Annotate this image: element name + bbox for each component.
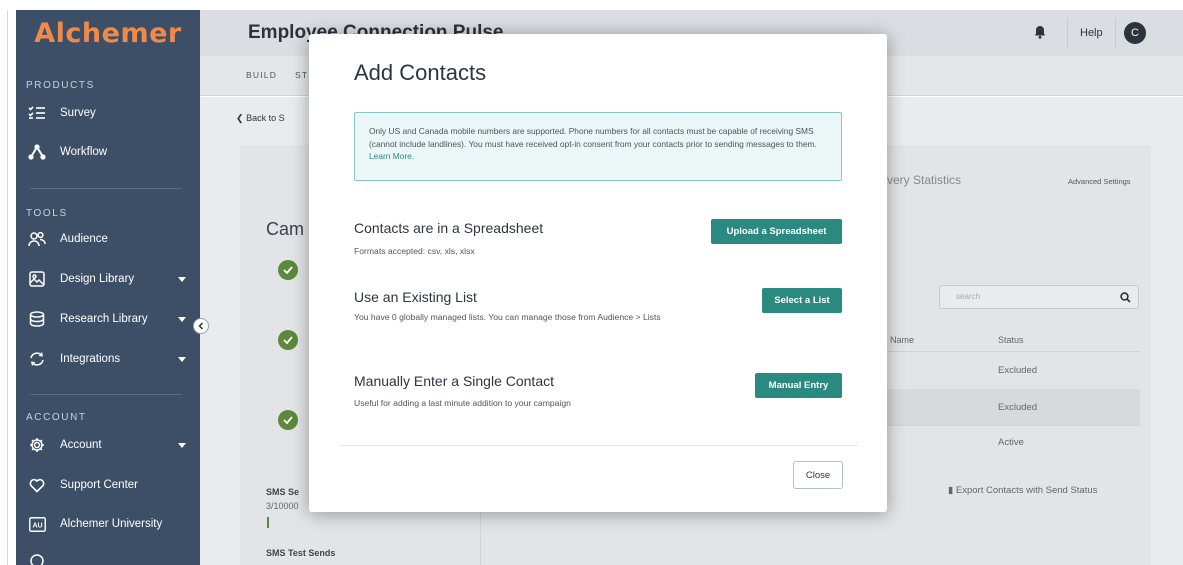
partial-icon xyxy=(26,552,48,565)
chevron-left-icon xyxy=(198,322,204,330)
sidebar-item-partial[interactable] xyxy=(26,550,198,565)
sidebar-divider xyxy=(30,188,182,189)
check-circle-icon xyxy=(278,260,298,280)
select-list-button[interactable]: Select a List xyxy=(762,288,842,313)
learn-more-link[interactable]: Learn More. xyxy=(369,151,414,161)
document-icon: ▮ xyxy=(948,485,954,496)
option-desc-manual-entry: Useful for adding a last minute addition… xyxy=(354,398,571,408)
sidebar-item-label: Alchemer University xyxy=(60,518,163,530)
close-button[interactable]: Close xyxy=(793,461,843,489)
chevron-down-icon[interactable] xyxy=(178,316,186,322)
chevron-down-icon[interactable] xyxy=(178,442,186,448)
campaign-heading: Cam xyxy=(266,219,305,239)
survey-list-icon xyxy=(26,104,48,122)
chevron-left-icon: ❮ xyxy=(236,113,244,123)
sms-test-sends-label: SMS Test Sends xyxy=(266,548,336,558)
gear-icon xyxy=(26,436,48,454)
section-label-products: PRODUCTS xyxy=(26,80,95,91)
search-placeholder: search xyxy=(956,292,981,301)
search-input[interactable]: search xyxy=(939,285,1139,309)
sync-icon xyxy=(26,350,48,368)
status-cell: Active xyxy=(998,437,1024,448)
image-icon xyxy=(26,270,48,288)
modal-divider xyxy=(339,445,858,446)
option-title-spreadsheet: Contacts are in a Spreadsheet xyxy=(354,220,544,236)
add-contacts-modal: Add Contacts Only US and Canada mobile n… xyxy=(309,34,887,512)
alchemer-logo[interactable]: Alchemer xyxy=(16,10,200,56)
tab-partial[interactable]: ST xyxy=(295,70,308,80)
search-icon[interactable] xyxy=(1120,292,1131,303)
sidebar-item-label: Research Library xyxy=(60,313,148,325)
sidebar-item-alchemer-university[interactable]: AU Alchemer University xyxy=(26,513,198,535)
chevron-down-icon[interactable] xyxy=(178,276,186,282)
back-link[interactable]: ❮ Back to S xyxy=(236,113,285,124)
option-title-existing-list: Use an Existing List xyxy=(354,289,477,305)
sidebar-item-survey[interactable]: Survey xyxy=(26,102,198,124)
manual-entry-button[interactable]: Manual Entry xyxy=(755,373,842,398)
option-title-manual-entry: Manually Enter a Single Contact xyxy=(354,373,554,389)
sidebar-item-label: Survey xyxy=(60,107,96,119)
sidebar-item-label: Design Library xyxy=(60,273,135,285)
sidebar-item-label: Workflow xyxy=(60,146,108,158)
section-label-account: ACCOUNT xyxy=(26,412,87,423)
column-header-name: Name xyxy=(890,335,915,345)
status-cell: Excluded xyxy=(998,402,1038,413)
export-label: Export Contacts with Send Status xyxy=(955,485,1098,496)
tab-build[interactable]: BUILD xyxy=(246,70,277,80)
sidebar-item-design-library[interactable]: Design Library xyxy=(26,268,198,290)
sidebar-item-label: Audience xyxy=(60,233,108,245)
heart-icon xyxy=(26,476,48,494)
sidebar-item-research-library[interactable]: Research Library xyxy=(26,308,198,330)
audience-icon xyxy=(26,230,48,248)
advanced-settings-link[interactable]: Advanced Settings xyxy=(1068,177,1131,186)
upload-spreadsheet-button[interactable]: Upload a Spreadsheet xyxy=(711,219,842,244)
sidebar-item-audience[interactable]: Audience xyxy=(26,228,198,250)
university-icon: AU xyxy=(26,515,48,533)
notice-text: Only US and Canada mobile numbers are su… xyxy=(369,126,817,149)
chevron-down-icon[interactable] xyxy=(178,356,186,362)
option-desc-spreadsheet: Formats accepted: csv, xls, xlsx xyxy=(354,246,475,256)
avatar[interactable]: C xyxy=(1124,22,1146,44)
back-link-label: Back to S xyxy=(246,113,285,123)
sms-progress-bar xyxy=(267,517,269,528)
sidebar-item-workflow[interactable]: Workflow xyxy=(26,141,198,163)
sidebar-item-integrations[interactable]: Integrations xyxy=(26,348,198,370)
bell-icon[interactable] xyxy=(1034,25,1046,44)
section-label-tools: TOOLS xyxy=(26,208,68,219)
sms-sends-count: 3/10000 xyxy=(266,501,299,511)
export-contacts-link[interactable]: ▮ Export Contacts with Send Status xyxy=(948,485,1097,496)
svg-text:AU: AU xyxy=(32,522,42,529)
column-header-status: Status xyxy=(998,335,1024,345)
option-desc-existing-list: You have 0 globally managed lists. You c… xyxy=(354,312,661,322)
sidebar-item-account[interactable]: Account xyxy=(26,434,198,456)
sidebar-item-support-center[interactable]: Support Center xyxy=(26,474,198,496)
delivery-statistics-tab[interactable]: very Statistics xyxy=(887,173,961,187)
help-link[interactable]: Help xyxy=(1067,18,1116,48)
workflow-icon xyxy=(26,143,48,161)
sms-sends-label: SMS Se xyxy=(266,487,300,497)
database-icon xyxy=(26,310,48,328)
sidebar: Alchemer PRODUCTS Survey Workflow TOOLS … xyxy=(16,10,200,565)
sidebar-item-label: Support Center xyxy=(60,479,138,491)
table-row-divider xyxy=(870,351,1140,352)
table-row-divider xyxy=(870,425,1140,426)
status-cell: Excluded xyxy=(998,365,1038,376)
sidebar-item-label: Account xyxy=(60,439,102,451)
sidebar-item-label: Integrations xyxy=(60,353,121,365)
sms-notice-box: Only US and Canada mobile numbers are su… xyxy=(354,112,842,181)
sidebar-divider xyxy=(30,394,182,395)
check-circle-icon xyxy=(278,330,298,350)
modal-title: Add Contacts xyxy=(354,60,487,85)
sidebar-collapse-button[interactable] xyxy=(193,318,209,334)
check-circle-icon xyxy=(278,410,298,430)
page-edge xyxy=(7,10,8,565)
